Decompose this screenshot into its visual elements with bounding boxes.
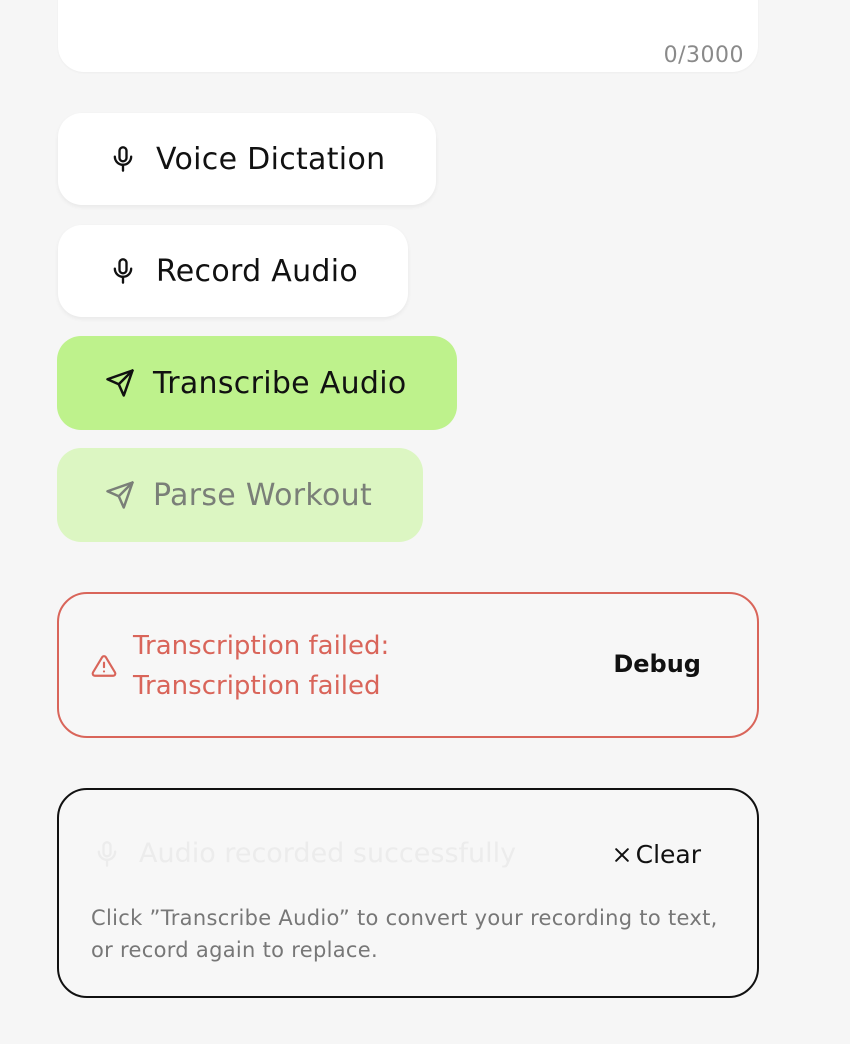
- character-counter: 0/3000: [663, 43, 744, 68]
- record-audio-label: Record Audio: [156, 253, 359, 289]
- send-icon: [105, 368, 135, 398]
- parse-workout-label: Parse Workout: [153, 477, 373, 513]
- clear-label: Clear: [635, 840, 701, 869]
- record-audio-button[interactable]: Record Audio: [58, 225, 408, 317]
- audio-hint-text: Click ”Transcribe Audio” to convert your…: [91, 906, 718, 962]
- debug-button[interactable]: Debug: [613, 650, 701, 678]
- audio-status: Audio recorded successfully: [93, 838, 516, 869]
- voice-dictation-button[interactable]: Voice Dictation: [58, 113, 436, 205]
- microphone-icon: [93, 840, 121, 868]
- recorded-audio-panel: Audio recorded successfully Clear Click …: [57, 788, 759, 998]
- voice-dictation-label: Voice Dictation: [156, 141, 386, 177]
- microphone-icon: [108, 256, 138, 286]
- close-icon: [612, 845, 632, 865]
- parse-workout-button[interactable]: Parse Workout: [57, 448, 423, 542]
- transcribe-audio-label: Transcribe Audio: [153, 365, 407, 401]
- transcribe-audio-button[interactable]: Transcribe Audio: [57, 336, 457, 430]
- error-message: Transcription failed: Transcription fail…: [133, 631, 390, 701]
- audio-status-text: Audio recorded successfully: [139, 838, 517, 869]
- send-icon: [105, 480, 135, 510]
- warning-icon: [91, 653, 117, 679]
- notes-textarea[interactable]: 0/3000: [58, 0, 758, 72]
- microphone-icon: [108, 144, 138, 174]
- clear-button[interactable]: Clear: [612, 840, 701, 869]
- transcription-error-alert: Transcription failed: Transcription fail…: [57, 592, 759, 738]
